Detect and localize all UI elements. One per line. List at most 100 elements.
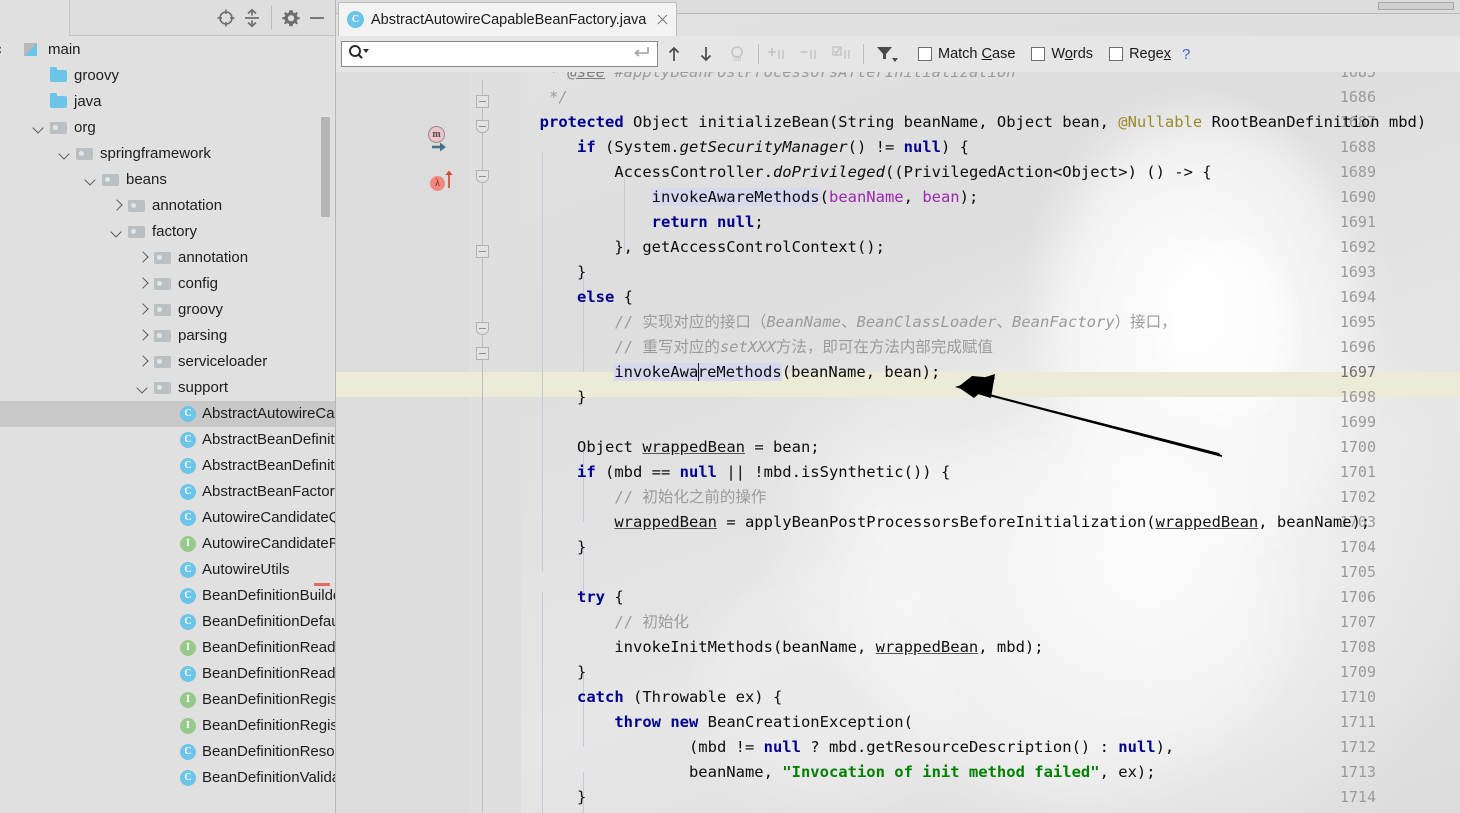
tree-item-abstractbeanfactory[interactable]: AbstractBeanFactory bbox=[0, 479, 336, 505]
chevron-down-icon[interactable] bbox=[30, 119, 48, 137]
tree-item-label: springframework bbox=[100, 145, 211, 162]
tree-item-label: AbstractBeanFactory bbox=[202, 483, 336, 500]
project-tree-scrollbar[interactable] bbox=[321, 117, 330, 217]
tree-item-serviceloader[interactable]: serviceloader bbox=[0, 349, 335, 375]
tree-item-label: groovy bbox=[178, 301, 224, 318]
code-line-1694: else { bbox=[521, 288, 633, 306]
tree-item-label: BeanDefinitionRegist bbox=[202, 717, 336, 734]
search-icon bbox=[348, 44, 370, 65]
chevron-down-icon[interactable] bbox=[134, 379, 152, 397]
locate-icon[interactable] bbox=[213, 5, 239, 31]
tree-item-label: AbstractBeanDefiniti bbox=[202, 457, 336, 474]
code-line-1696: // 重写对应的setXXX方法，即可在方法内部完成赋值 bbox=[521, 338, 993, 356]
tree-item-annotation[interactable]: annotation bbox=[0, 193, 335, 219]
tree-item-parsing[interactable]: parsing bbox=[0, 323, 335, 349]
code-line-1691: return null; bbox=[651, 213, 764, 231]
find-help-icon[interactable]: ? bbox=[1182, 46, 1190, 63]
tree-item-beandefinitionreade[interactable]: BeanDefinitionReade bbox=[0, 635, 335, 661]
match-case-checkbox-box[interactable] bbox=[918, 47, 932, 61]
tree-item-label: org bbox=[74, 119, 96, 136]
java-interface-icon bbox=[178, 535, 198, 553]
select-occurrences-button bbox=[827, 39, 859, 69]
tree-item-support[interactable]: support bbox=[0, 375, 335, 401]
package-icon bbox=[100, 171, 122, 189]
code-line-1687: protected Object initializeBean(String b… bbox=[521, 113, 1427, 131]
package-icon bbox=[152, 353, 174, 371]
tree-item-beandefinitionregist[interactable]: BeanDefinitionRegist bbox=[0, 713, 336, 739]
tree-item-org[interactable]: org bbox=[0, 115, 335, 141]
regex-checkbox-box[interactable] bbox=[1109, 47, 1124, 61]
tree-item-label: AutowireCandidateR bbox=[202, 535, 336, 552]
match-case-checkbox[interactable]: Match Case bbox=[918, 46, 1015, 62]
tree-item-annotation[interactable]: annotation bbox=[0, 245, 335, 271]
tree-item-label: groovy bbox=[74, 67, 120, 84]
chevron-down-icon[interactable] bbox=[82, 171, 100, 189]
tree-item-abstractautowirecap[interactable]: AbstractAutowireCap bbox=[0, 401, 335, 427]
words-checkbox[interactable]: Words bbox=[1031, 46, 1093, 62]
chevron-down-icon[interactable] bbox=[108, 223, 126, 241]
code-line-1703: wrappedBean = applyBeanPostProcessorsBef… bbox=[614, 513, 1371, 531]
search-input[interactable] bbox=[370, 43, 632, 65]
tree-item-groovy[interactable]: groovy bbox=[0, 63, 335, 89]
tree-item-beandefinitionreade[interactable]: BeanDefinitionReade bbox=[0, 661, 335, 687]
tree-item-beandefinitionbuilde[interactable]: BeanDefinitionBuilde bbox=[0, 583, 335, 609]
chevron-right-icon[interactable] bbox=[134, 275, 152, 293]
tree-item-main[interactable]: main bbox=[0, 37, 335, 63]
java-class-icon bbox=[178, 483, 198, 501]
tree-item-beans[interactable]: beans bbox=[0, 167, 335, 193]
close-icon[interactable] bbox=[655, 12, 670, 27]
tree-item-autowirecandidater[interactable]: AutowireCandidateR bbox=[0, 531, 336, 557]
package-icon bbox=[48, 119, 70, 137]
tree-item-factory[interactable]: factory bbox=[0, 219, 335, 245]
tree-item-config[interactable]: config bbox=[0, 271, 335, 297]
tree-item-autowirecandidateq[interactable]: AutowireCandidateQ bbox=[0, 505, 335, 531]
tree-item-beandefinitiondefaul[interactable]: BeanDefinitionDefaul bbox=[0, 609, 335, 635]
tree-item-groovy[interactable]: groovy bbox=[0, 297, 335, 323]
remove-occurrence-button bbox=[795, 39, 827, 69]
find-next-button[interactable] bbox=[690, 39, 722, 69]
chevron-right-icon[interactable] bbox=[108, 197, 126, 215]
code-text-layer[interactable]: * @see #applyBeanPostProcessorsAfterInit… bbox=[336, 72, 1460, 813]
project-tree[interactable]: main groovy java org springframework beans ann… bbox=[0, 37, 336, 813]
code-editor[interactable]: 1685 1686 1687 1688 1689 1690 1691 1692 1693 1694… bbox=[336, 72, 1460, 813]
tree-item-springframework[interactable]: springframework bbox=[0, 141, 335, 167]
code-line-1695: // 实现对应的接口（BeanName、BeanClassLoader、Bean… bbox=[521, 313, 1177, 331]
project-panel-tab-stub[interactable] bbox=[0, 0, 70, 36]
chevron-down-icon[interactable] bbox=[56, 145, 74, 163]
hide-panel-icon[interactable] bbox=[304, 5, 330, 31]
svg-text:ab: ab bbox=[733, 55, 741, 63]
filter-button[interactable] bbox=[868, 39, 906, 69]
words-checkbox-box[interactable] bbox=[1031, 47, 1046, 61]
tree-item-abstractbeandefiniti[interactable]: AbstractBeanDefiniti bbox=[0, 427, 335, 453]
tree-item-beandefinitionresou[interactable]: BeanDefinitionResou bbox=[0, 739, 335, 765]
regex-checkbox[interactable]: Regex bbox=[1109, 46, 1171, 62]
code-line-1688: if (System.getSecurityManager() != null)… bbox=[521, 138, 969, 156]
collapse-all-icon[interactable] bbox=[239, 5, 265, 31]
package-icon bbox=[74, 145, 96, 163]
java-class-icon bbox=[178, 769, 198, 787]
tree-item-beandefinitionregist[interactable]: BeanDefinitionRegist bbox=[0, 687, 336, 713]
chevron-right-icon[interactable] bbox=[134, 327, 152, 345]
select-all-occurrences-button: ab bbox=[722, 39, 754, 69]
settings-gear-icon[interactable] bbox=[278, 5, 304, 31]
chevron-right-icon[interactable] bbox=[134, 301, 152, 319]
chevron-right-icon[interactable] bbox=[134, 353, 152, 371]
find-previous-button[interactable] bbox=[658, 39, 690, 69]
project-panel-header bbox=[0, 0, 335, 36]
tree-item-autowireutils[interactable]: AutowireUtils bbox=[0, 557, 335, 583]
search-field-wrapper[interactable] bbox=[341, 41, 658, 67]
tree-item-abstractbeandefiniti[interactable]: AbstractBeanDefiniti bbox=[0, 453, 336, 479]
editor-tab[interactable]: C AbstractAutowireCapableBeanFactory.jav… bbox=[338, 2, 678, 36]
tree-item-beandefinitionvalida[interactable]: BeanDefinitionValida bbox=[0, 765, 335, 791]
tree-item-java[interactable]: java bbox=[0, 89, 335, 115]
chevron-right-icon[interactable] bbox=[134, 249, 152, 267]
code-line-1708: invokeInitMethods(beanName, wrappedBean,… bbox=[521, 638, 1044, 656]
tree-item-label: BeanDefinitionRegist bbox=[202, 691, 336, 708]
java-interface-icon bbox=[178, 639, 198, 657]
